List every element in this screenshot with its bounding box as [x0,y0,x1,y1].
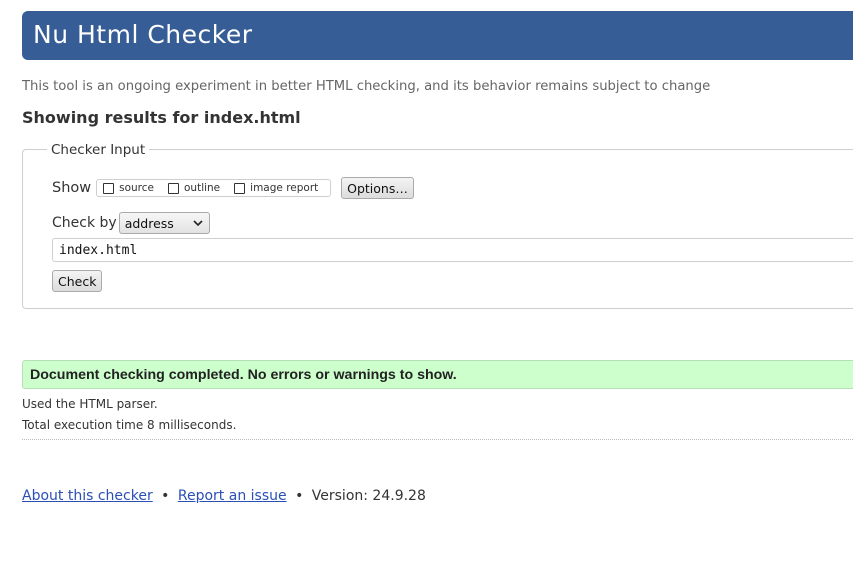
show-label: Show [52,180,92,196]
show-outline-option[interactable]: outline [168,182,220,194]
report-issue-link[interactable]: Report an issue [178,488,287,504]
options-button[interactable]: Options… [341,177,414,199]
footer: About this checker • Report an issue • V… [22,488,426,504]
chevron-down-icon [193,220,203,227]
tagline: This tool is an ongoing experiment in be… [22,79,711,94]
footer-separator: • [161,488,170,504]
show-options-group: source outline image report [96,179,332,197]
version-text: Version: 24.9.28 [311,488,426,504]
check-by-select[interactable]: address [118,212,210,234]
page-title: Nu Html Checker [33,20,253,49]
show-source-option[interactable]: source [103,182,154,194]
checker-input-legend: Checker Input [47,141,150,159]
image-report-label: image report [250,182,319,194]
source-checkbox[interactable] [103,182,115,194]
execution-time-info: Total execution time 8 milliseconds. [22,418,237,432]
footer-separator: • [295,488,304,504]
outline-checkbox[interactable] [168,182,179,194]
show-options-row: Show source outline image report Options… [52,177,414,199]
check-by-selected-value: address [124,215,174,231]
check-by-label: Check by [52,215,117,231]
check-button[interactable]: Check [52,270,103,292]
divider [22,439,853,440]
parser-info: Used the HTML parser. [22,397,158,411]
source-label: source [119,182,154,194]
results-heading: Showing results for index.html [22,108,301,127]
header-bar: Nu Html Checker [22,11,853,60]
document-url-input[interactable]: index.html [52,238,853,262]
page: Nu Html Checker This tool is an ongoing … [0,0,853,573]
about-link[interactable]: About this checker [22,488,153,504]
check-by-row: Check by address [52,212,210,234]
outline-label: outline [184,182,221,194]
success-message: Document checking completed. No errors o… [22,360,853,389]
checker-input-fieldset: Checker Input Show source outline image … [22,141,853,309]
document-url-value: index.html [59,242,138,258]
show-image-report-option[interactable]: image report [234,182,318,194]
image-report-checkbox[interactable] [234,182,246,194]
